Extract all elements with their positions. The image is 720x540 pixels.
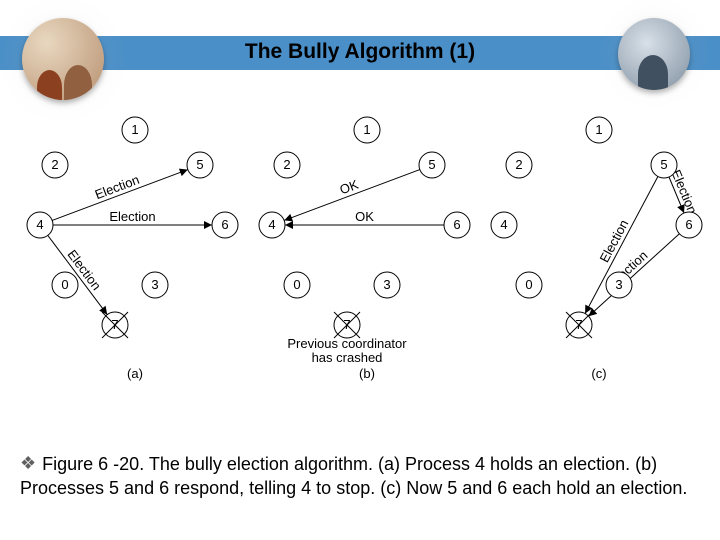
figure-caption: ❖Figure 6 -20. The bully election algori… <box>20 453 700 500</box>
svg-text:OK: OK <box>338 177 361 198</box>
svg-text:Previous coordinator: Previous coordinator <box>287 336 407 351</box>
svg-text:1: 1 <box>595 122 602 137</box>
svg-text:0: 0 <box>293 277 300 292</box>
bullet-icon: ❖ <box>20 452 36 475</box>
svg-text:2: 2 <box>283 157 290 172</box>
svg-text:0: 0 <box>61 277 68 292</box>
svg-text:2: 2 <box>51 157 58 172</box>
svg-text:3: 3 <box>383 277 390 292</box>
svg-text:Election: Election <box>597 217 632 265</box>
page-title: The Bully Algorithm (1) <box>0 40 720 64</box>
svg-text:4: 4 <box>268 217 275 232</box>
svg-text:1: 1 <box>363 122 370 137</box>
svg-text:1: 1 <box>131 122 138 137</box>
svg-text:OK: OK <box>355 209 374 224</box>
caption-text: Figure 6 -20. The bully election algorit… <box>20 454 687 497</box>
svg-text:5: 5 <box>196 157 203 172</box>
svg-text:4: 4 <box>500 217 507 232</box>
svg-text:2: 2 <box>515 157 522 172</box>
svg-text:5: 5 <box>660 157 667 172</box>
svg-text:(a): (a) <box>127 366 143 381</box>
svg-text:(b): (b) <box>359 366 375 381</box>
svg-text:3: 3 <box>151 277 158 292</box>
svg-text:Election: Election <box>93 172 142 202</box>
svg-text:0: 0 <box>525 277 532 292</box>
svg-text:6: 6 <box>685 217 692 232</box>
svg-text:3: 3 <box>615 277 622 292</box>
svg-text:(c): (c) <box>591 366 606 381</box>
svg-text:6: 6 <box>221 217 228 232</box>
svg-text:4: 4 <box>36 217 43 232</box>
svg-text:Election: Election <box>109 209 155 224</box>
svg-text:has crashed: has crashed <box>312 350 383 365</box>
svg-text:5: 5 <box>428 157 435 172</box>
figure-panels: ElectionElectionElection12546037(a)OKOK1… <box>10 110 710 390</box>
svg-text:6: 6 <box>453 217 460 232</box>
